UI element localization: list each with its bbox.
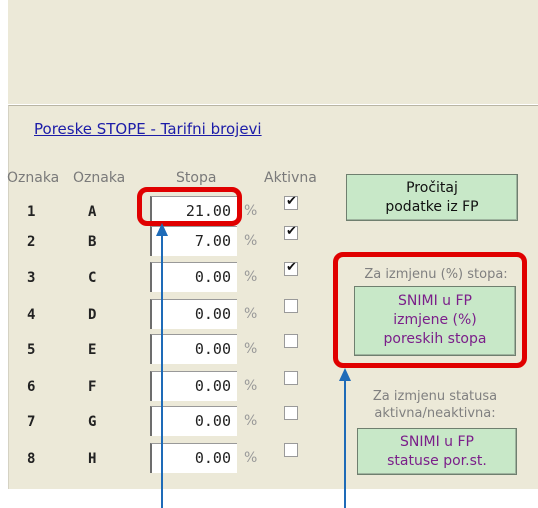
active-checkbox[interactable] bbox=[284, 371, 298, 385]
rate-value: 0.00 bbox=[194, 340, 231, 358]
header-oznaka-1: Oznaka bbox=[7, 170, 60, 186]
arrow-line bbox=[161, 235, 163, 508]
percent-sign: % bbox=[244, 233, 258, 249]
row-number: 4 bbox=[27, 307, 36, 323]
row-letter: C bbox=[88, 270, 97, 286]
percent-sign: % bbox=[244, 413, 258, 429]
active-checkbox[interactable] bbox=[284, 224, 298, 240]
row-letter: E bbox=[88, 342, 97, 358]
status-change-label: Za izmjenu statusa aktivna/neaktivna: bbox=[372, 389, 498, 421]
rate-a-highlight bbox=[137, 187, 242, 226]
bottom-gap bbox=[0, 489, 538, 508]
rate-input[interactable]: 0.00 bbox=[150, 406, 237, 436]
rate-input[interactable]: 0.00 bbox=[150, 443, 237, 473]
row-letter: B bbox=[88, 234, 97, 250]
row-number: 1 bbox=[27, 204, 36, 220]
percent-sign: % bbox=[244, 341, 258, 357]
rate-input[interactable]: 0.00 bbox=[150, 262, 237, 292]
row-letter: D bbox=[88, 307, 97, 323]
group-title[interactable]: Poreske STOPE - Tarifni brojevi bbox=[34, 120, 262, 138]
row-number: 7 bbox=[27, 414, 36, 430]
rate-value: 0.00 bbox=[194, 449, 231, 467]
read-from-fp-button[interactable]: Pročitaj podatke iz FP bbox=[346, 174, 518, 221]
rate-value: 0.00 bbox=[194, 268, 231, 286]
rate-value: 0.00 bbox=[194, 377, 231, 395]
row-number: 6 bbox=[27, 379, 36, 395]
rate-input[interactable]: 0.00 bbox=[150, 334, 237, 364]
save-status-button[interactable]: SNIMI u FP statuse por.st. bbox=[357, 428, 517, 475]
active-checkbox[interactable] bbox=[284, 194, 298, 210]
rate-value: 0.00 bbox=[194, 412, 231, 430]
rate-value: 7.00 bbox=[194, 232, 231, 250]
rate-input[interactable]: 0.00 bbox=[150, 371, 237, 401]
row-number: 2 bbox=[27, 234, 36, 250]
arrow-line bbox=[344, 380, 346, 508]
header-stopa: Stopa bbox=[176, 170, 217, 186]
active-checkbox[interactable] bbox=[284, 334, 298, 348]
percent-sign: % bbox=[244, 306, 258, 322]
active-checkbox[interactable] bbox=[284, 299, 298, 313]
row-letter: F bbox=[88, 379, 97, 395]
rate-value: 0.00 bbox=[194, 305, 231, 323]
row-letter: A bbox=[88, 204, 97, 220]
percent-sign: % bbox=[244, 450, 258, 466]
active-checkbox[interactable] bbox=[284, 406, 298, 420]
row-number: 3 bbox=[27, 270, 36, 286]
row-letter: H bbox=[88, 451, 97, 467]
active-checkbox[interactable] bbox=[284, 443, 298, 457]
header-oznaka-2: Oznaka bbox=[73, 170, 126, 186]
percent-sign: % bbox=[244, 378, 258, 394]
row-number: 8 bbox=[27, 451, 36, 467]
row-number: 5 bbox=[27, 342, 36, 358]
row-letter: G bbox=[88, 414, 97, 430]
rate-input[interactable]: 0.00 bbox=[150, 299, 237, 329]
header-aktivna: Aktivna bbox=[264, 170, 317, 186]
top-panel bbox=[8, 0, 538, 104]
save-rates-highlight bbox=[333, 252, 527, 368]
percent-sign: % bbox=[244, 269, 258, 285]
percent-sign: % bbox=[244, 203, 258, 219]
active-checkbox[interactable] bbox=[284, 260, 298, 276]
